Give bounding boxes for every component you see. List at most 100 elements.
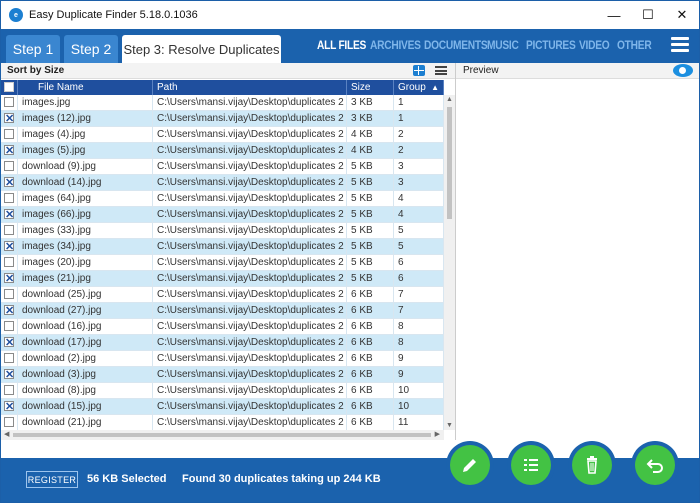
table-row[interactable]: download (15).jpgC:\Users\mansi.vijay\De… — [1, 399, 444, 415]
row-checkbox[interactable] — [1, 255, 18, 271]
pane-divider[interactable] — [455, 63, 456, 440]
table-row[interactable]: download (3).jpgC:\Users\mansi.vijay\Des… — [1, 367, 444, 383]
minimize-button[interactable]: — — [597, 1, 631, 29]
grid-view-icon[interactable] — [413, 65, 425, 76]
category-pictures[interactable]: PICTURES — [526, 38, 576, 52]
duplicates-table: File Name Path Size Group ▲ images.jpg C:… — [1, 80, 455, 430]
table-row[interactable]: download (14).jpgC:\Users\mansi.vijay\De… — [1, 175, 444, 191]
cell-size: 6 KB — [347, 351, 394, 367]
category-video[interactable]: VIDEO — [579, 38, 610, 52]
column-file-name[interactable]: File Name — [18, 80, 153, 95]
row-checkbox[interactable] — [1, 319, 18, 335]
scroll-down-icon[interactable]: ▼ — [446, 422, 453, 429]
table-row[interactable]: download (21).jpg C:\Users\mansi.vijay\De… — [1, 415, 444, 430]
row-checkbox[interactable] — [1, 95, 18, 111]
select-all-checkbox[interactable] — [1, 80, 18, 95]
row-checkbox[interactable] — [1, 207, 18, 223]
row-checkbox[interactable] — [1, 271, 18, 287]
horizontal-scrollbar[interactable]: ◀ ▶ — [1, 430, 444, 440]
column-size[interactable]: Size — [347, 80, 394, 95]
window-controls: — ☐ ✕ — [597, 1, 699, 29]
table-row[interactable]: download (8).jpg C:\Users\mansi.vijay\Des… — [1, 383, 444, 399]
table-row[interactable]: images (12).jpgC:\Users\mansi.vijay\Desk… — [1, 111, 444, 127]
row-checkbox[interactable] — [1, 303, 18, 319]
category-other[interactable]: OTHER — [617, 38, 652, 52]
column-group[interactable]: Group ▲ — [394, 80, 444, 95]
delete-action-button[interactable] — [568, 441, 616, 489]
row-checkbox[interactable] — [1, 111, 18, 127]
table-row[interactable]: download (27).jpgC:\Users\mansi.vijay\De… — [1, 303, 444, 319]
table-row[interactable]: images (21).jpgC:\Users\mansi.vijay\Desk… — [1, 271, 444, 287]
checkbox-icon — [4, 143, 14, 159]
category-all-files[interactable]: ALL FILES — [317, 38, 366, 52]
scroll-up-icon[interactable]: ▲ — [446, 96, 453, 103]
checkbox-icon — [4, 321, 14, 331]
row-checkbox[interactable] — [1, 287, 18, 303]
maximize-button[interactable]: ☐ — [631, 1, 665, 29]
row-checkbox[interactable] — [1, 175, 18, 191]
vertical-scroll-thumb[interactable] — [447, 107, 452, 219]
row-checkbox[interactable] — [1, 351, 18, 367]
cell-group: 5 — [394, 223, 444, 239]
table-row[interactable]: images (34).jpgC:\Users\mansi.vijay\Desk… — [1, 239, 444, 255]
sort-label[interactable]: Sort by Size — [7, 65, 64, 76]
row-checkbox[interactable] — [1, 415, 18, 430]
category-archives[interactable]: ARCHIVES — [370, 38, 421, 52]
scroll-right-icon[interactable]: ▶ — [435, 430, 440, 438]
cell-group: 8 — [394, 335, 444, 351]
row-checkbox[interactable] — [1, 383, 18, 399]
title-bar: e Easy Duplicate Finder 5.18.0.1036 — ☐ … — [1, 1, 699, 29]
category-documents[interactable]: DOCUMENTS — [424, 38, 488, 52]
table-row[interactable]: images (5).jpgC:\Users\mansi.vijay\Deskt… — [1, 143, 444, 159]
column-path[interactable]: Path — [153, 80, 347, 95]
row-checkbox[interactable] — [1, 127, 18, 143]
table-row[interactable]: download (2).jpg C:\Users\mansi.vijay\Des… — [1, 351, 444, 367]
row-checkbox[interactable] — [1, 399, 18, 415]
cell-size: 6 KB — [347, 287, 394, 303]
close-button[interactable]: ✕ — [665, 1, 699, 29]
row-checkbox[interactable] — [1, 335, 18, 351]
table-row[interactable]: download (25).jpg C:\Users\mansi.vijay\De… — [1, 287, 444, 303]
row-checkbox[interactable] — [1, 239, 18, 255]
undo-action-button[interactable] — [631, 441, 679, 489]
row-checkbox[interactable] — [1, 143, 18, 159]
row-checkbox[interactable] — [1, 367, 18, 383]
table-row[interactable]: images (20).jpg C:\Users\mansi.vijay\Desk… — [1, 255, 444, 271]
tab-step-3[interactable]: Step 3: Resolve Duplicates — [122, 35, 281, 63]
cell-group: 1 — [394, 111, 444, 127]
edit-action-button[interactable] — [446, 441, 494, 489]
tab-step-2[interactable]: Step 2 — [64, 35, 118, 63]
table-row[interactable]: images (4).jpg C:\Users\mansi.vijay\Deskt… — [1, 127, 444, 143]
table-row[interactable]: images (66).jpgC:\Users\mansi.vijay\Desk… — [1, 207, 444, 223]
cell-file-name: images (20).jpg — [18, 255, 153, 271]
register-button[interactable]: REGISTER — [26, 471, 78, 488]
table-row[interactable]: images (33).jpg C:\Users\mansi.vijay\Desk… — [1, 223, 444, 239]
cell-file-name: download (17).jpg — [18, 335, 153, 351]
cell-path: C:\Users\mansi.vijay\Desktop\duplicates … — [153, 367, 347, 383]
cell-group: 8 — [394, 319, 444, 335]
table-row[interactable]: download (17).jpgC:\Users\mansi.vijay\De… — [1, 335, 444, 351]
category-music[interactable]: MUSIC — [487, 38, 519, 52]
table-row[interactable]: download (16).jpg C:\Users\mansi.vijay\De… — [1, 319, 444, 335]
cell-file-name: download (14).jpg — [18, 175, 153, 191]
scroll-left-icon[interactable]: ◀ — [4, 430, 9, 438]
table-row[interactable]: images.jpg C:\Users\mansi.vijay\Desktop\d… — [1, 95, 444, 111]
row-checkbox[interactable] — [1, 191, 18, 207]
row-checkbox[interactable] — [1, 159, 18, 175]
horizontal-scroll-thumb[interactable] — [13, 433, 431, 437]
window-title: Easy Duplicate Finder 5.18.0.1036 — [29, 9, 198, 21]
eye-icon[interactable] — [673, 64, 693, 77]
select-action-button[interactable] — [507, 441, 555, 489]
list-view-icon[interactable] — [435, 66, 447, 75]
table-row[interactable]: download (9).jpg C:\Users\mansi.vijay\Des… — [1, 159, 444, 175]
cell-path: C:\Users\mansi.vijay\Desktop\duplicates … — [153, 255, 347, 271]
cell-file-name: images (12).jpg — [18, 111, 153, 127]
vertical-scrollbar[interactable]: ▲ ▼ — [444, 95, 455, 430]
tab-step-1[interactable]: Step 1 — [6, 35, 60, 63]
table-row[interactable]: images (64).jpg C:\Users\mansi.vijay\Desk… — [1, 191, 444, 207]
row-checkbox[interactable] — [1, 223, 18, 239]
hamburger-menu-icon[interactable] — [671, 37, 689, 53]
checkbox-icon — [4, 303, 14, 319]
checkbox-icon — [4, 97, 14, 107]
cell-size: 5 KB — [347, 271, 394, 287]
